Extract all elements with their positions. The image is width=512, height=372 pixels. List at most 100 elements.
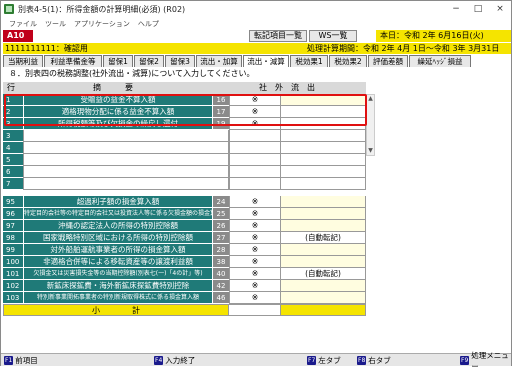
row-mark: ※ [229,208,281,220]
f4-button[interactable]: F4 入力終了 [154,355,195,366]
header-row-no: 行 [7,83,15,92]
transfer-list-button[interactable]: 転記項目一覧 [249,30,307,42]
row-code: 25 [212,208,229,220]
tab-outflow-add[interactable]: 流出・加算 [196,55,242,67]
menu-file[interactable]: ファイル [9,19,37,29]
row-mark: ※ [229,292,281,304]
outflow-input[interactable] [281,166,366,178]
table-row: 100 非適格合併等による移転資産等の譲渡利益額 38 ※ [3,256,375,268]
row-mark: ※ [229,220,281,232]
outflow-input[interactable] [281,94,366,106]
subtotal-label: 小 計 [3,304,229,316]
row-mark: ※ [229,268,281,280]
instruction-text: ８．別表四の税務調整(社外流出・減算)について入力してください。 [9,69,255,78]
outflow-auto-value: (自動転記) [281,232,366,244]
outflow-input[interactable] [281,292,366,304]
table-row: 98 国家戦略特別区域における所得の特別控除額 27 ※ (自動転記) [3,232,375,244]
row-code: 26 [212,220,229,232]
row-mark: ※ [229,244,281,256]
row-label: 適格現物分配に係る益金不算入額 [23,106,212,118]
row-number: 101 [3,268,23,280]
tab-valuation-diff[interactable]: 評価差額 [368,55,408,67]
tab-reserve1[interactable]: 留保1 [103,55,133,67]
tab-deferred-hedge[interactable]: 繰延ﾍｯｼﾞ損益 [409,55,471,67]
close-button[interactable]: × [489,1,511,17]
subtotal-value [281,304,366,316]
fkey-label: 入力終了 [165,356,196,365]
tab-current-profit[interactable]: 当期利益 [3,55,43,67]
outflow-input[interactable] [281,178,366,190]
row-label-input[interactable] [23,142,229,154]
outflow-input[interactable] [281,118,366,130]
outflow-input[interactable] [281,154,366,166]
outflow-input[interactable] [281,142,366,154]
function-key-bar: F1 前項目 F4 入力終了 F7 左タブ F8 右タブ F9 処理メニュー [1,351,511,371]
row-label: 特別新事業開拓事業者の特別新規取得株式に係る損金算入額 [23,292,212,304]
table-row: 103 特別新事業開拓事業者の特別新規取得株式に係る損金算入額 46 ※ [3,292,375,304]
scroll-up-icon[interactable]: ▲ [367,95,374,103]
key-label: F7 [307,356,317,365]
key-label: F4 [154,356,164,365]
row-number: 3 [3,130,23,142]
row-label-input[interactable] [23,166,229,178]
tab-reserve2[interactable]: 留保2 [134,55,164,67]
row-number: 100 [3,256,23,268]
row-code: 27 [212,232,229,244]
outflow-input[interactable] [281,280,366,292]
key-label: F8 [357,356,367,365]
row-mark: ※ [229,106,281,118]
row-mark [229,154,281,166]
row-number: 3 [3,118,23,130]
f7-button[interactable]: F7 左タブ [307,355,341,366]
tab-outflow-subtract[interactable]: 流出・減算 [243,55,289,67]
row-label-input[interactable] [23,154,229,166]
tab-tax-effect1[interactable]: 税効果1 [290,55,328,67]
row-number: 5 [3,154,23,166]
outflow-input[interactable] [281,106,366,118]
ws-list-button[interactable]: WS一覧 [309,30,357,42]
outflow-input[interactable] [281,130,366,142]
tab-reserve3[interactable]: 留保3 [165,55,195,67]
tab-earned-reserve[interactable]: 利益準備金等 [44,55,102,67]
screen-code: A10 [3,30,33,42]
today-date: 本日：令和 2年 6月16日(火) [376,30,511,42]
row-number: 98 [3,232,23,244]
table-row: 2 適格現物分配に係る益金不算入額 17 ※ [3,106,375,118]
row-label: 非適格合併等による移転資産等の譲渡利益額 [23,256,212,268]
menu-help[interactable]: ヘルプ [138,19,159,29]
scroll-down-icon[interactable]: ▼ [367,147,374,155]
menu-application[interactable]: アプリケーション [74,19,130,29]
table-row: 97 沖縄の認定法人の所得の特別控除額 26 ※ [3,220,375,232]
menu-tools[interactable]: ツール [45,19,66,29]
row-label: 対外船舶運航事業者の所得の損金算入額 [23,244,212,256]
table-row: 6 [3,166,375,178]
table-row: 96 特定目的会社等の特定目的会社又は投資法人等に係る欠損金額の損金算入 25 … [3,208,375,220]
outflow-input[interactable] [281,196,366,208]
row-number: 103 [3,292,23,304]
row-label-input[interactable] [23,130,229,142]
row-label-input[interactable] [23,178,229,190]
f9-button[interactable]: F9 処理メニュー [460,351,511,371]
outflow-input[interactable] [281,208,366,220]
row-number: 6 [3,166,23,178]
maximize-button[interactable]: □ [467,1,489,17]
row-number: 7 [3,178,23,190]
outflow-input[interactable] [281,244,366,256]
row-code: 24 [212,196,229,208]
f8-button[interactable]: F8 右タブ [357,355,391,366]
row-number: 97 [3,220,23,232]
vertical-scrollbar[interactable]: ▲ ▼ [366,94,375,156]
row-mark: ※ [229,232,281,244]
row-mark: ※ [229,256,281,268]
row-number: 102 [3,280,23,292]
minimize-button[interactable]: − [445,1,467,17]
row-mark: ※ [229,94,281,106]
fkey-label: 左タブ [318,356,341,365]
tab-tax-effect2[interactable]: 税効果2 [329,55,367,67]
row-mark: ※ [229,118,281,130]
row-number: 99 [3,244,23,256]
outflow-input[interactable] [281,220,366,232]
outflow-input[interactable] [281,256,366,268]
f1-button[interactable]: F1 前項目 [4,355,38,366]
row-mark [229,178,281,190]
